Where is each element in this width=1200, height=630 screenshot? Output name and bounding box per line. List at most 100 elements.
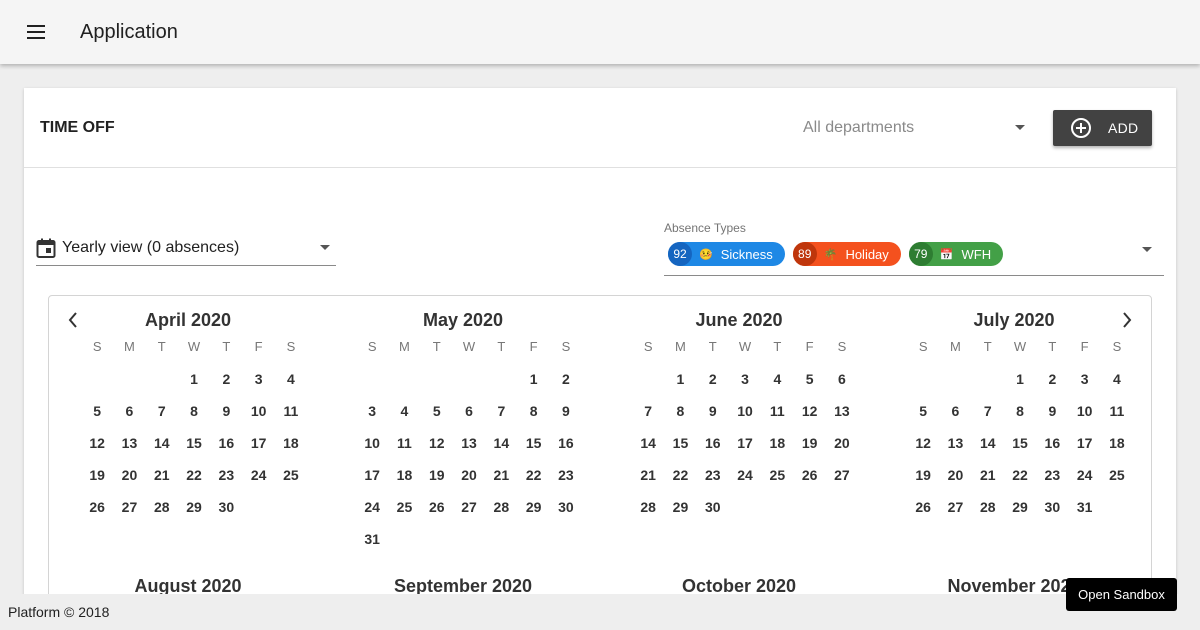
day-cell[interactable]: 10	[356, 427, 388, 459]
day-cell[interactable]: 29	[1004, 491, 1036, 523]
day-cell[interactable]: 23	[1036, 459, 1068, 491]
day-cell[interactable]: 9	[1036, 395, 1068, 427]
day-cell[interactable]: 17	[1068, 427, 1100, 459]
day-cell[interactable]: 3	[1068, 363, 1100, 395]
day-cell[interactable]: 17	[729, 427, 761, 459]
day-cell[interactable]: 6	[453, 395, 485, 427]
day-cell[interactable]: 21	[972, 459, 1004, 491]
day-cell[interactable]: 2	[550, 363, 582, 395]
day-cell[interactable]: 2	[1036, 363, 1068, 395]
day-cell[interactable]: 8	[178, 395, 210, 427]
day-cell[interactable]: 8	[1004, 395, 1036, 427]
day-cell[interactable]: 4	[388, 395, 420, 427]
day-cell[interactable]: 6	[939, 395, 971, 427]
day-cell[interactable]: 12	[793, 395, 825, 427]
day-cell[interactable]: 17	[242, 427, 274, 459]
day-cell[interactable]: 25	[388, 491, 420, 523]
day-cell[interactable]: 23	[697, 459, 729, 491]
day-cell[interactable]: 8	[517, 395, 549, 427]
day-cell[interactable]: 27	[453, 491, 485, 523]
day-cell[interactable]: 22	[517, 459, 549, 491]
absence-type-chip[interactable]: 89 🌴 Holiday	[792, 242, 901, 266]
day-cell[interactable]: 13	[453, 427, 485, 459]
day-cell[interactable]: 16	[550, 427, 582, 459]
day-cell[interactable]: 19	[81, 459, 113, 491]
day-cell[interactable]: 5	[421, 395, 453, 427]
day-cell[interactable]: 6	[826, 363, 858, 395]
day-cell[interactable]: 15	[664, 427, 696, 459]
day-cell[interactable]: 11	[1101, 395, 1133, 427]
day-cell[interactable]: 11	[761, 395, 793, 427]
absence-type-chip[interactable]: 79 📅 WFH	[908, 242, 1004, 266]
day-cell[interactable]: 13	[826, 395, 858, 427]
day-cell[interactable]: 24	[729, 459, 761, 491]
day-cell[interactable]: 30	[210, 491, 242, 523]
day-cell[interactable]: 19	[793, 427, 825, 459]
day-cell[interactable]: 7	[972, 395, 1004, 427]
day-cell[interactable]: 20	[826, 427, 858, 459]
day-cell[interactable]: 7	[146, 395, 178, 427]
day-cell[interactable]: 12	[81, 427, 113, 459]
day-cell[interactable]: 17	[356, 459, 388, 491]
day-cell[interactable]: 30	[697, 491, 729, 523]
day-cell[interactable]: 20	[453, 459, 485, 491]
day-cell[interactable]: 16	[1036, 427, 1068, 459]
day-cell[interactable]: 1	[1004, 363, 1036, 395]
day-cell[interactable]: 18	[1101, 427, 1133, 459]
day-cell[interactable]: 29	[517, 491, 549, 523]
day-cell[interactable]: 3	[729, 363, 761, 395]
day-cell[interactable]: 16	[210, 427, 242, 459]
day-cell[interactable]: 22	[178, 459, 210, 491]
day-cell[interactable]: 22	[664, 459, 696, 491]
day-cell[interactable]: 3	[356, 395, 388, 427]
day-cell[interactable]: 11	[275, 395, 307, 427]
menu-icon[interactable]	[12, 8, 60, 56]
day-cell[interactable]: 25	[761, 459, 793, 491]
day-cell[interactable]: 27	[939, 491, 971, 523]
day-cell[interactable]: 1	[517, 363, 549, 395]
day-cell[interactable]: 2	[210, 363, 242, 395]
day-cell[interactable]: 26	[907, 491, 939, 523]
day-cell[interactable]: 15	[1004, 427, 1036, 459]
day-cell[interactable]: 1	[664, 363, 696, 395]
day-cell[interactable]: 12	[421, 427, 453, 459]
absence-types-select[interactable]: Absence Types 92 🤒 Sickness 89 🌴 Holiday 79 📅 WF…	[664, 220, 1164, 276]
day-cell[interactable]: 4	[275, 363, 307, 395]
day-cell[interactable]: 21	[632, 459, 664, 491]
day-cell[interactable]: 10	[242, 395, 274, 427]
absence-type-chip[interactable]: 92 🤒 Sickness	[668, 242, 785, 266]
day-cell[interactable]: 5	[793, 363, 825, 395]
view-select[interactable]: Yearly view (0 absences)	[36, 230, 336, 266]
day-cell[interactable]: 13	[113, 427, 145, 459]
day-cell[interactable]: 30	[550, 491, 582, 523]
day-cell[interactable]: 29	[664, 491, 696, 523]
day-cell[interactable]: 16	[697, 427, 729, 459]
day-cell[interactable]: 9	[550, 395, 582, 427]
day-cell[interactable]: 28	[632, 491, 664, 523]
day-cell[interactable]: 5	[81, 395, 113, 427]
day-cell[interactable]: 20	[113, 459, 145, 491]
day-cell[interactable]: 29	[178, 491, 210, 523]
day-cell[interactable]: 24	[242, 459, 274, 491]
day-cell[interactable]: 11	[388, 427, 420, 459]
day-cell[interactable]: 30	[1036, 491, 1068, 523]
day-cell[interactable]: 31	[356, 523, 388, 555]
day-cell[interactable]: 6	[113, 395, 145, 427]
day-cell[interactable]: 12	[907, 427, 939, 459]
day-cell[interactable]: 23	[210, 459, 242, 491]
department-select[interactable]: All departments	[795, 108, 1031, 148]
day-cell[interactable]: 26	[81, 491, 113, 523]
day-cell[interactable]: 8	[664, 395, 696, 427]
day-cell[interactable]: 27	[826, 459, 858, 491]
day-cell[interactable]: 21	[485, 459, 517, 491]
day-cell[interactable]: 1	[178, 363, 210, 395]
day-cell[interactable]: 21	[146, 459, 178, 491]
add-button[interactable]: ADD	[1053, 109, 1152, 146]
open-sandbox-button[interactable]: Open Sandbox	[1066, 578, 1177, 611]
day-cell[interactable]: 18	[275, 427, 307, 459]
day-cell[interactable]: 3	[242, 363, 274, 395]
day-cell[interactable]: 4	[1101, 363, 1133, 395]
day-cell[interactable]: 26	[421, 491, 453, 523]
day-cell[interactable]: 25	[1101, 459, 1133, 491]
day-cell[interactable]: 31	[1068, 491, 1100, 523]
